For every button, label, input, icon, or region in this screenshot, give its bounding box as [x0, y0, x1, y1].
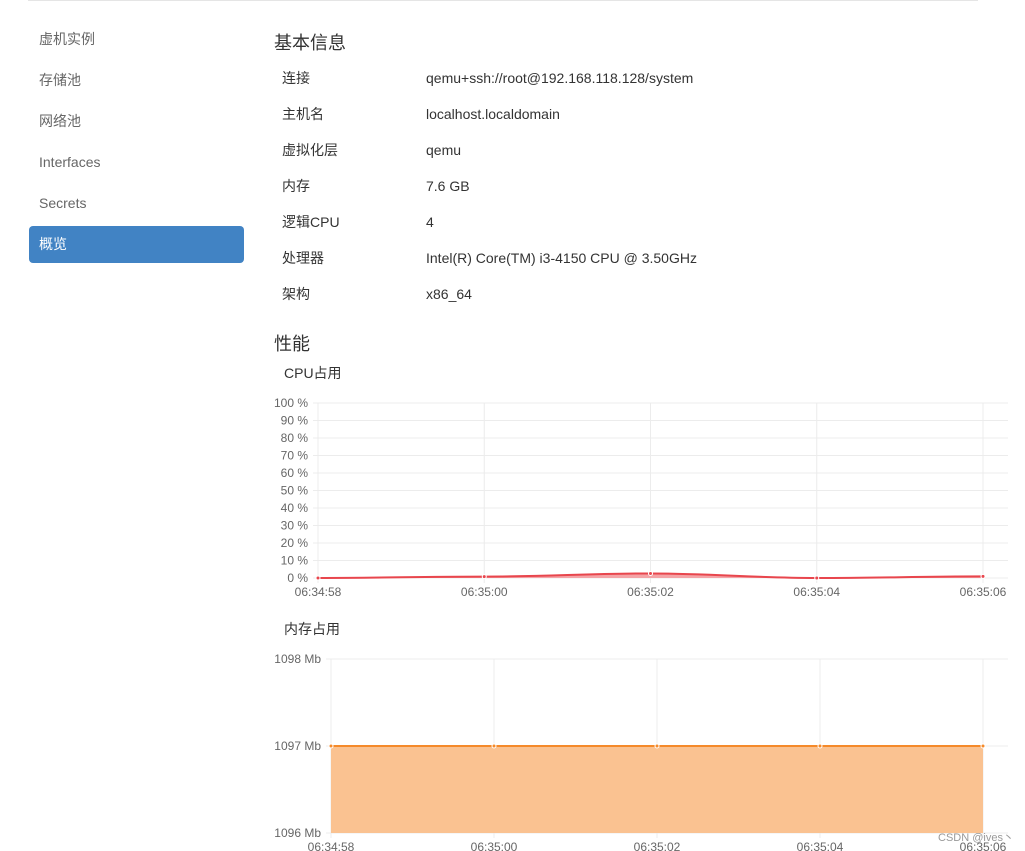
- y-tick-label: 80 %: [281, 431, 309, 445]
- x-tick-label: 06:35:00: [461, 585, 508, 599]
- y-tick-label: 90 %: [281, 414, 309, 428]
- data-point: [648, 570, 653, 576]
- y-tick-label: 40 %: [281, 501, 309, 515]
- watermark: CSDN @ives丶: [938, 832, 1014, 844]
- x-tick-label: 06:34:58: [295, 585, 342, 599]
- y-tick-label: 30 %: [281, 519, 309, 533]
- y-tick-label: 10 %: [281, 554, 309, 568]
- data-point: [814, 575, 820, 581]
- y-tick-label: 20 %: [281, 536, 309, 550]
- x-tick-label: 06:35:02: [627, 585, 674, 599]
- data-point: [980, 573, 986, 579]
- cpu-usage-chart: 0 % 10 % 20 % 30 % 40 % 50 % 60 % 70 % 80 % 90 % 1…: [274, 396, 1008, 599]
- y-tick-label: 60 %: [281, 466, 309, 480]
- y-tick-label: 0 %: [287, 571, 308, 585]
- memory-chart-title: 内存占用: [284, 621, 340, 637]
- data-point: [315, 575, 321, 581]
- y-tick-label: 50 %: [281, 484, 309, 498]
- x-tick-label: 06:35:04: [793, 585, 840, 599]
- data-point: [481, 574, 487, 580]
- y-tick-label: 100 %: [274, 396, 308, 410]
- x-tick-label: 06:35:06: [960, 585, 1007, 599]
- y-tick-label: 70 %: [281, 449, 309, 463]
